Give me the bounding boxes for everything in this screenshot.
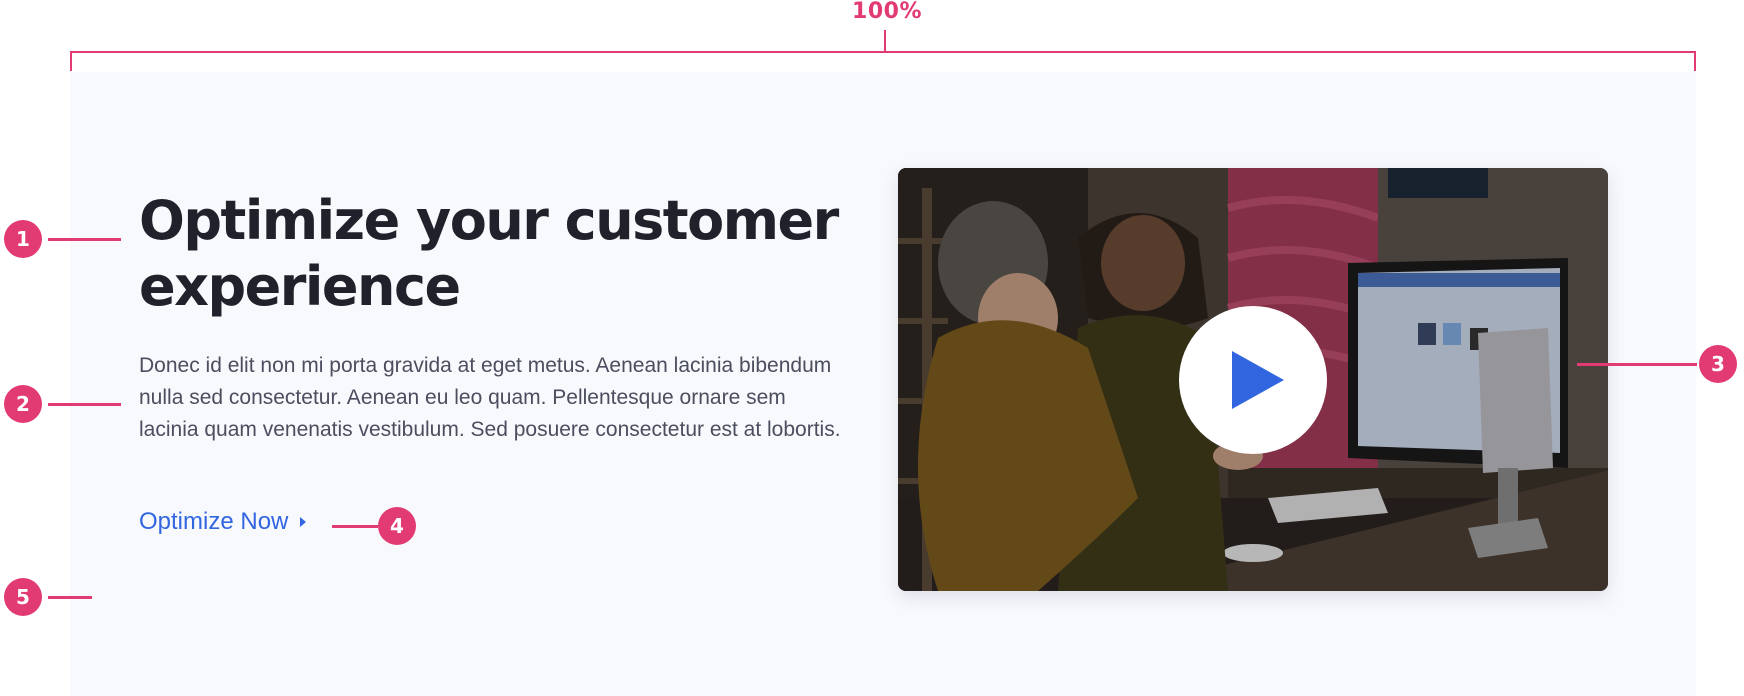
play-icon <box>1232 351 1284 409</box>
callout-marker-4: 4 <box>378 507 416 545</box>
callout-leader-3 <box>1577 363 1697 366</box>
hero-heading: Optimize your customer experience <box>139 189 839 318</box>
callout-leader-1 <box>48 238 121 241</box>
caret-right-icon <box>300 517 307 527</box>
callout-marker-5: 5 <box>4 578 42 616</box>
callout-leader-2 <box>48 403 121 406</box>
optimize-now-link[interactable]: Optimize Now <box>139 508 307 536</box>
callout-leader-4 <box>332 525 378 528</box>
callout-marker-2: 2 <box>4 385 42 423</box>
hero-body-text: Donec id elit non mi porta gravida at eg… <box>139 354 841 441</box>
callout-leader-5 <box>48 596 92 599</box>
callout-marker-1: 1 <box>4 220 42 258</box>
play-button[interactable] <box>1179 306 1327 454</box>
width-annotation-label: 100% <box>852 0 922 24</box>
optimize-now-label: Optimize Now <box>139 508 289 535</box>
video-thumbnail[interactable] <box>898 168 1608 591</box>
width-annotation-bracket <box>70 51 1696 71</box>
width-annotation-tick <box>884 30 886 52</box>
callout-marker-3: 3 <box>1699 345 1737 383</box>
